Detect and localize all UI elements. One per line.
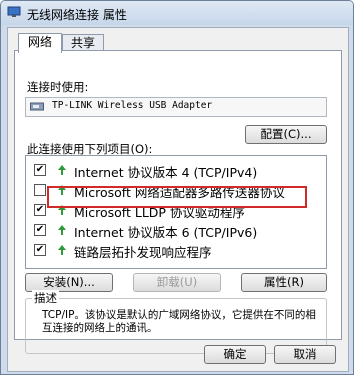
selection-highlight — [47, 186, 307, 208]
protocol-icon — [58, 165, 66, 175]
connect-using-label: 连接时使用: — [27, 80, 89, 94]
ok-button[interactable]: 确定 — [204, 345, 266, 364]
checkbox[interactable]: ✔ — [34, 244, 46, 256]
components-list[interactable]: ✔ Internet 协议版本 4 (TCP/IPv4) Microsoft 网… — [25, 155, 327, 269]
description-text: TCP/IP。该协议是默认的广域网络协议，它提供在不同的相互连接的网络上的通讯。 — [42, 309, 316, 334]
description-legend: 描述 — [32, 290, 59, 306]
list-item[interactable]: ✔ 链路层拓扑发现响应程序 — [26, 240, 326, 260]
checkbox[interactable] — [34, 184, 46, 196]
dialog-body: 网络 共享 连接时使用: TP-LINK Wireless USB Adapte… — [7, 27, 349, 372]
cancel-button[interactable]: 取消 — [274, 345, 336, 364]
item-label: 链路层拓扑发现响应程序 — [74, 245, 212, 260]
adapter-name: TP-LINK Wireless USB Adapter — [52, 100, 213, 111]
checkbox[interactable]: ✔ — [34, 204, 46, 216]
item-label: Internet 协议版本 6 (TCP/IPv6) — [74, 225, 258, 240]
title-bar[interactable]: 无线网络连接 属性 — [1, 1, 353, 25]
properties-window: 无线网络连接 属性 网络 共享 连接时使用: TP-LINK Wireless … — [0, 0, 354, 375]
list-item[interactable]: ✔ Internet 协议版本 4 (TCP/IPv4) — [26, 160, 326, 180]
protocol-icon — [58, 225, 66, 235]
tab-network[interactable]: 网络 — [18, 33, 62, 53]
adapter-icon — [30, 102, 44, 111]
list-item[interactable]: ✔ Internet 协议版本 6 (TCP/IPv6) — [26, 220, 326, 240]
properties-button[interactable]: 属性(R) — [241, 273, 327, 292]
protocol-icon — [58, 245, 66, 255]
configure-button[interactable]: 配置(C)... — [245, 125, 327, 144]
window-title: 无线网络连接 属性 — [27, 8, 127, 22]
adapter-field: TP-LINK Wireless USB Adapter — [25, 97, 327, 117]
network-icon — [7, 6, 21, 17]
checkbox[interactable]: ✔ — [34, 164, 46, 176]
tab-panel-network: 连接时使用: TP-LINK Wireless USB Adapter 配置(C… — [14, 50, 342, 354]
item-label: Internet 协议版本 4 (TCP/IPv4) — [74, 165, 258, 180]
uninstall-button[interactable]: 卸载(U) — [133, 273, 221, 292]
checkbox[interactable]: ✔ — [34, 224, 46, 236]
